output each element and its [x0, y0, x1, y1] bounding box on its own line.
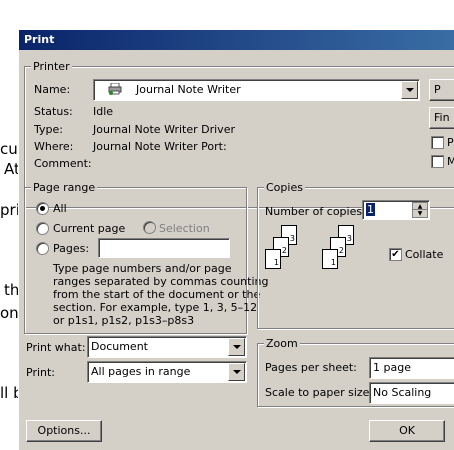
- type-label: Type:: [34, 123, 63, 136]
- manual-duplex-checkbox[interactable]: [431, 155, 444, 168]
- chevron-down-icon[interactable]: [228, 338, 245, 356]
- type-value: Journal Note Writer Driver: [93, 123, 235, 136]
- status-value: Idle: [93, 105, 114, 118]
- dialog-title[interactable]: Print: [19, 30, 454, 50]
- where-value: Journal Note Writer Port:: [93, 140, 227, 153]
- selection-label: Selection: [159, 222, 210, 235]
- zoom-label: Zoom: [264, 337, 300, 350]
- print-label: Print:: [26, 366, 56, 379]
- background-text-3: pri: [0, 201, 20, 219]
- find-printer-button[interactable]: Fin: [429, 107, 454, 129]
- all-pages-label: All: [53, 202, 67, 215]
- help-line-1: Type page numbers and/or page: [53, 262, 232, 275]
- chevron-down-icon[interactable]: [228, 363, 245, 381]
- options-button[interactable]: Options...: [26, 420, 102, 442]
- current-page-label: Current page: [53, 222, 126, 235]
- print-value: All pages in range: [91, 365, 191, 378]
- printer-name-value: Journal Note Writer: [136, 83, 241, 96]
- help-line-2: ranges separated by commas counting: [53, 275, 269, 288]
- printer-name-label: Name:: [34, 83, 71, 96]
- help-line-3: from the start of the document or the: [53, 288, 261, 301]
- printer-name-select[interactable]: Journal Note Writer: [93, 79, 420, 101]
- help-line-5: or p1s1, p1s2, p1s3–p8s3: [53, 314, 195, 327]
- uncollated-pages-icon: 3 2 1: [265, 225, 309, 281]
- comment-label: Comment:: [34, 157, 92, 170]
- print-what-select[interactable]: Document: [87, 336, 247, 358]
- print-to-file-checkbox[interactable]: [431, 136, 444, 149]
- collated-pages-icon: 3 2 1: [322, 225, 366, 281]
- number-of-copies-label: Number of copies:: [265, 205, 366, 218]
- collate-checkbox[interactable]: ✔: [389, 248, 402, 261]
- spin-down-icon[interactable]: ▼: [412, 209, 428, 218]
- where-label: Where:: [34, 140, 74, 153]
- collate-label: Collate: [405, 248, 444, 261]
- copies-value: 1: [366, 203, 375, 216]
- selection-radio[interactable]: [143, 221, 156, 234]
- print-to-file-label: Pr: [447, 136, 454, 149]
- pages-input[interactable]: [98, 238, 230, 258]
- background-text-5: on: [0, 304, 19, 322]
- pages-radio[interactable]: [36, 242, 49, 255]
- print-what-value: Document: [91, 340, 148, 353]
- chevron-down-icon[interactable]: [401, 81, 418, 99]
- help-line-4: section. For example, type 1, 3, 5–12: [53, 301, 258, 314]
- print-dialog: Print Printer Name: Journal Note Writer …: [18, 29, 454, 450]
- printer-group-label: Printer: [31, 60, 72, 73]
- background-text-1: cu: [0, 140, 18, 158]
- printer-icon: [108, 82, 122, 95]
- pages-per-sheet-label: Pages per sheet:: [265, 361, 357, 374]
- pages-label: Pages:: [53, 242, 90, 255]
- status-label: Status:: [34, 105, 73, 118]
- print-what-label: Print what:: [26, 341, 86, 354]
- copies-label: Copies: [264, 181, 305, 194]
- print-select[interactable]: All pages in range: [87, 361, 247, 383]
- copies-spinner[interactable]: 1 ▲ ▼: [362, 200, 430, 220]
- properties-button[interactable]: P: [429, 79, 454, 101]
- scale-to-paper-select[interactable]: No Scaling: [369, 382, 454, 404]
- page-range-help: Type page numbers and/or page ranges sep…: [53, 262, 268, 327]
- all-pages-radio[interactable]: [36, 202, 49, 215]
- pages-per-sheet-value: 1 page: [373, 361, 411, 374]
- scale-to-paper-value: No Scaling: [373, 386, 432, 399]
- manual-duplex-label: M: [447, 155, 454, 168]
- current-page-radio[interactable]: [36, 222, 49, 235]
- page-range-label: Page range: [31, 181, 98, 194]
- pages-per-sheet-select[interactable]: 1 page: [369, 357, 454, 379]
- scale-to-paper-label: Scale to paper size:: [265, 386, 374, 399]
- ok-button[interactable]: OK: [369, 420, 445, 442]
